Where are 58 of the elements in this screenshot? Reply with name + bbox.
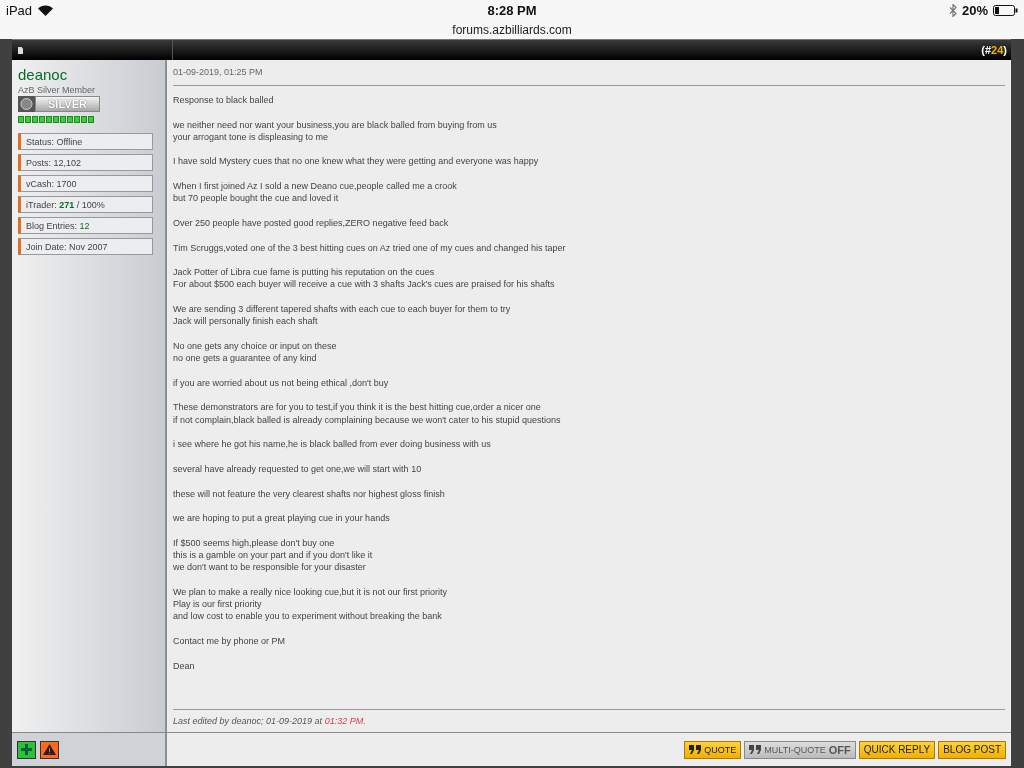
- multi-quote-button[interactable]: MULTI-QUOTE OFF: [744, 740, 856, 759]
- clock-time: 8:28 PM: [487, 2, 537, 18]
- post-line: Play is our first priority: [173, 598, 263, 611]
- post-line: these will not feature the very clearest shafts nor highest gloss finish: [173, 487, 446, 500]
- add-icon[interactable]: [17, 740, 36, 759]
- page-url[interactable]: forums.azbilliards.com: [452, 22, 572, 37]
- medal-icon: [18, 96, 35, 112]
- post-number[interactable]: (#24): [981, 44, 1007, 56]
- post-line: Jack Potter of Libra cue fame is putting his reputation on the cues: [173, 266, 436, 279]
- post-line: If $500 seems high,please don't buy one: [173, 536, 336, 549]
- username[interactable]: deanoc: [18, 66, 159, 83]
- bluetooth-icon: [948, 3, 957, 17]
- post-line: Over 250 people have posted good replies,ZERO negative feed back: [173, 216, 450, 230]
- post-line: but 70 people bought the cue and loved it: [173, 192, 340, 205]
- warning-icon[interactable]: [40, 740, 59, 759]
- user-title: AzB Silver Member: [18, 85, 97, 95]
- post-line: We are sending 3 different tapered shafts with each cue to each buyer for them to try: [173, 303, 512, 316]
- post-line: we neither need nor want your business,you are black balled from buying from us: [173, 118, 498, 131]
- post-line: several have already requested to get one,we will start with 10: [173, 462, 423, 476]
- action-button[interactable]: QUICK REPLY: [858, 740, 936, 759]
- quote-icon: [689, 745, 702, 754]
- post-line: this is a gamble on your part and if you don't like it: [173, 549, 374, 562]
- battery-percent: 20%: [961, 2, 988, 18]
- user-stat: iTrader: 271 / 100%: [18, 196, 153, 213]
- user-stat: Posts: 12,102: [18, 154, 153, 171]
- quote-icon: [749, 745, 762, 754]
- post-line: Jack will personally finish each shaft: [173, 315, 319, 328]
- post-line: if not complain,black balled is already complaining because we won't cater to his stupid questions: [173, 413, 562, 426]
- post-line: I have sold Mystery cues that no one knew what they were getting and everyone was happy: [173, 155, 540, 168]
- user-stat: Blog Entries: 12: [18, 217, 153, 234]
- action-button[interactable]: BLOG POST: [938, 740, 1006, 759]
- post-line: When I first joined Az I sold a new Deano cue,people called me a crook: [173, 180, 458, 193]
- user-stat: vCash: 1700: [18, 175, 153, 192]
- post-line: we don't want to be responsible for your disaster: [173, 561, 367, 574]
- post-line: Dean: [173, 659, 196, 672]
- post-line: No one gets any choice or input on these: [173, 339, 338, 353]
- post-line: These demonstrators are for you to test,if you think it is the best hitting cue,order a nicer one: [173, 401, 542, 414]
- user-stat: Join Date: Nov 2007: [18, 238, 153, 255]
- document-icon: [18, 46, 23, 54]
- post-line: We plan to make a really nice looking cue,but it is not our first priority: [173, 585, 448, 599]
- post-line: and low cost to enable you to experiment without breaking the bank: [173, 610, 443, 623]
- post-line: Contact me by phone or PM: [173, 635, 287, 648]
- post-line: Tim Scruggs,voted one of the 3 best hitting cues on Az tried one of my cues and changed his taper: [173, 241, 567, 254]
- quote-button[interactable]: QUOTE: [684, 740, 742, 759]
- device-name: iPad: [6, 2, 33, 18]
- post-line: For about $500 each buyer will receive a cue with 3 shafts Jack's cues are praised for his shafts: [173, 278, 556, 291]
- post-line: Response to black balled: [173, 94, 275, 107]
- post-date: 01-09-2019, 01:25 PM: [173, 67, 264, 77]
- post-line: we are hoping to put a great playing cue in your hands: [173, 512, 391, 525]
- post-line: if you are worried about us not being ethical ,don't buy: [173, 376, 390, 390]
- edit-note: Last edited by deanoc; 01-09-2019 at 01:32 PM.: [173, 715, 367, 728]
- post-line: no one gets a guarantee of any kind: [173, 352, 318, 365]
- wifi-icon: [38, 4, 54, 16]
- member-badge: SILVER: [35, 96, 100, 112]
- post-line: your arrogant tone is displeasing to me: [173, 130, 330, 144]
- battery-icon: [993, 4, 1018, 16]
- user-stat: Status: Offline: [18, 133, 153, 150]
- post-line: i see where he got his name,he is black balled from ever doing business with us: [173, 438, 492, 451]
